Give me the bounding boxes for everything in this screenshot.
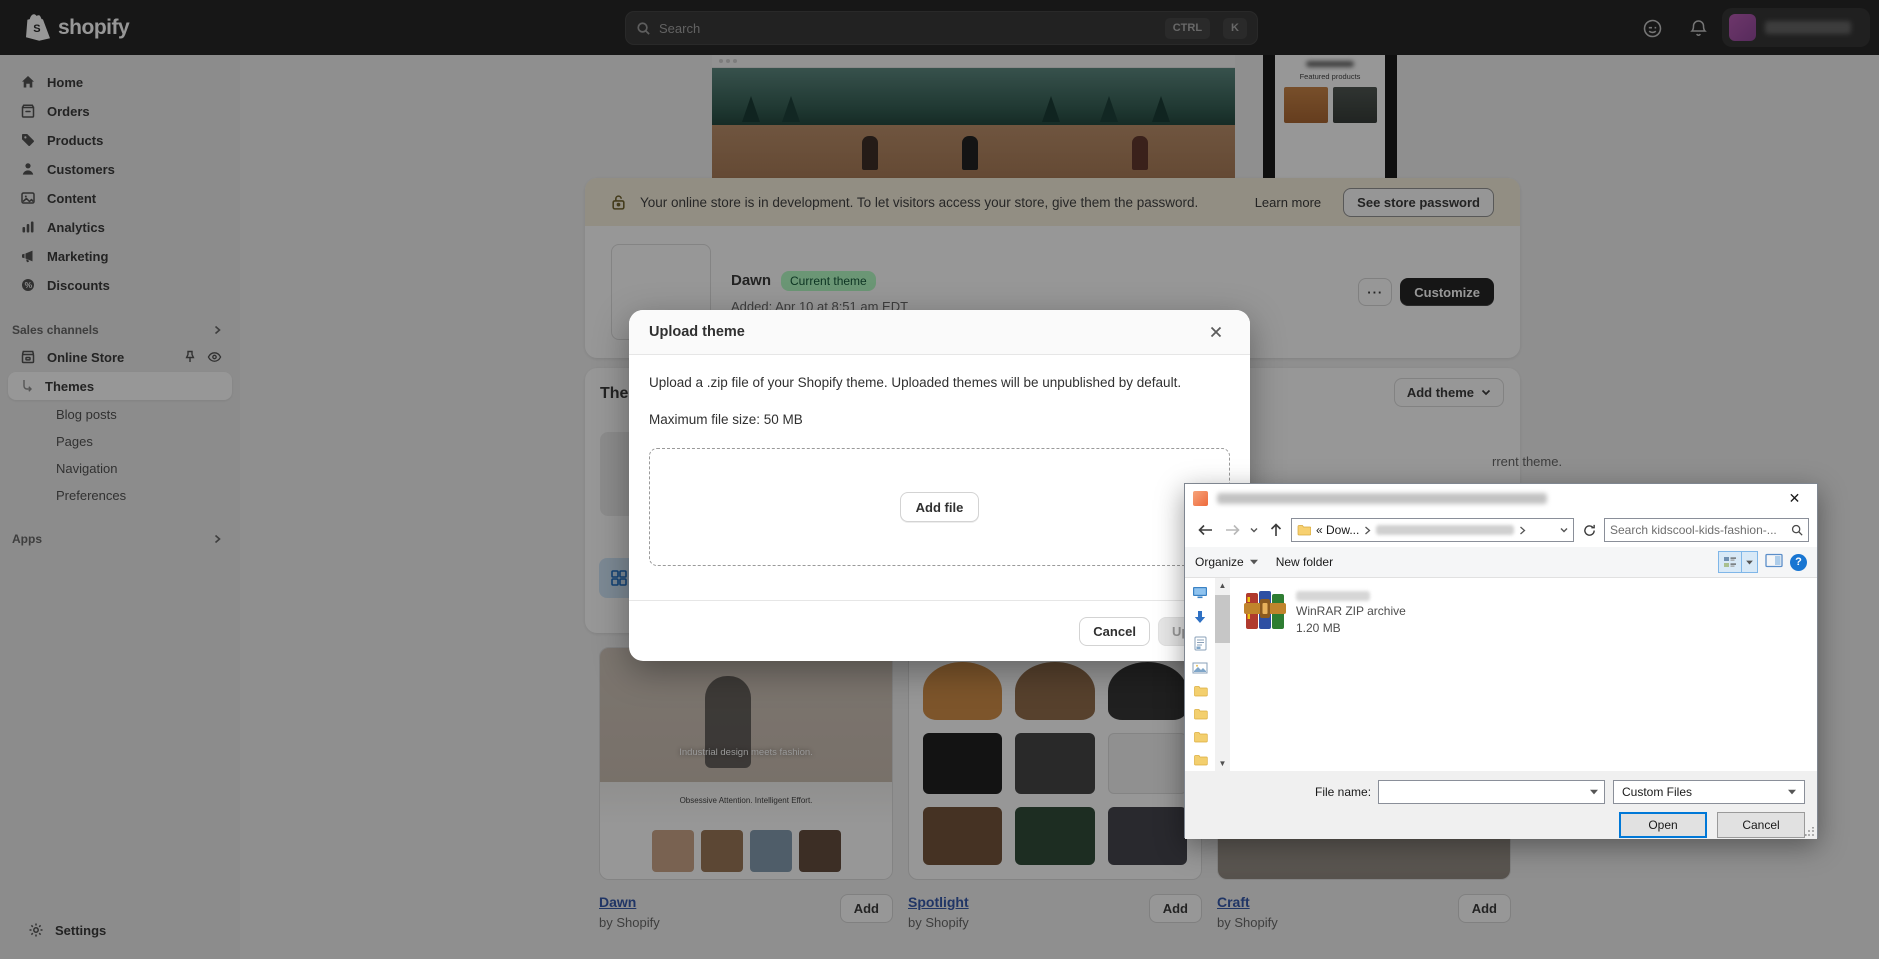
address-bar[interactable]: « Dow... [1291, 518, 1574, 542]
close-icon [1210, 326, 1222, 338]
pictures-icon[interactable] [1192, 662, 1208, 674]
dialog-toolbar: Organize New folder ? [1185, 547, 1817, 578]
file-type-value: Custom Files [1622, 785, 1693, 799]
back-button[interactable] [1193, 518, 1217, 542]
downloads-icon[interactable] [1193, 610, 1207, 625]
documents-icon[interactable] [1194, 636, 1207, 651]
file-dropzone[interactable]: Add file [649, 448, 1230, 566]
file-type: WinRAR ZIP archive [1296, 604, 1406, 618]
file-size: 1.20 MB [1296, 621, 1341, 635]
resize-grip[interactable] [1805, 827, 1815, 837]
scrollbar-thumb[interactable] [1215, 595, 1230, 643]
arrow-right-icon [1225, 524, 1240, 536]
dialog-search-text: Search kidscool-kids-fashion-... [1610, 523, 1777, 537]
new-folder-label: New folder [1275, 555, 1334, 569]
redacted-breadcrumb-folder [1376, 525, 1515, 535]
up-button[interactable] [1264, 518, 1288, 542]
modal-close-button[interactable] [1202, 318, 1230, 346]
winrar-icon [1244, 591, 1286, 629]
chevron-right-icon [1520, 526, 1526, 534]
organize-label: Organize [1195, 555, 1244, 569]
search-icon [1791, 524, 1803, 536]
dialog-nav-pane[interactable] [1185, 578, 1215, 771]
add-file-button[interactable]: Add file [899, 492, 980, 522]
folder-icon[interactable] [1193, 731, 1208, 743]
help-icon[interactable]: ? [1790, 553, 1807, 571]
chevron-down-icon[interactable] [1590, 789, 1598, 795]
folder-icon[interactable] [1193, 685, 1208, 697]
chevron-down-icon [1249, 559, 1258, 565]
windows-open-dialog: ✕ « Dow... Search kidscool-kids-fashion-… [1184, 483, 1818, 839]
folder-icon[interactable] [1193, 754, 1208, 766]
dialog-app-icon [1193, 491, 1208, 506]
refresh-button[interactable] [1577, 518, 1601, 542]
forward-button[interactable] [1220, 518, 1244, 542]
redacted-file-name [1296, 591, 1370, 601]
file-name-label: File name: [1315, 785, 1372, 799]
dialog-body: ▲ ▼ WinRAR ZIP archive 1.20 MB [1185, 578, 1817, 771]
chevron-down-icon [1746, 560, 1753, 564]
desktop-icon[interactable] [1192, 586, 1208, 599]
chevron-right-icon [1365, 526, 1371, 534]
chevron-down-icon[interactable] [1560, 527, 1568, 533]
open-button[interactable]: Open [1619, 812, 1707, 838]
modal-max-size: Maximum file size: 50 MB [649, 412, 803, 427]
folder-icon[interactable] [1193, 708, 1208, 720]
shopify-admin-app: S shopify Search CTRL K Home Orders Prod… [0, 0, 1879, 959]
modal-title: Upload theme [649, 324, 745, 340]
arrow-up-icon [1270, 523, 1282, 536]
dialog-footer: File name: Custom Files Open Cancel [1185, 771, 1817, 839]
dialog-titlebar: ✕ [1185, 484, 1817, 513]
refresh-icon [1583, 524, 1595, 536]
chevron-down-icon [1788, 789, 1796, 795]
dialog-cancel-button[interactable]: Cancel [1717, 812, 1805, 838]
chevron-down-icon [1250, 528, 1258, 533]
file-type-select[interactable]: Custom Files [1613, 780, 1805, 804]
modal-cancel-button[interactable]: Cancel [1079, 616, 1150, 646]
dialog-file-list: WinRAR ZIP archive 1.20 MB [1230, 578, 1817, 771]
file-item-zip[interactable]: WinRAR ZIP archive 1.20 MB [1244, 588, 1803, 635]
dialog-close-button[interactable]: ✕ [1772, 484, 1817, 513]
scroll-up-arrow[interactable]: ▲ [1219, 578, 1227, 593]
preview-pane-button[interactable] [1765, 553, 1783, 571]
dialog-address-row: « Dow... Search kidscool-kids-fashion-..… [1185, 513, 1817, 547]
folder-icon [1297, 525, 1311, 536]
scroll-down-arrow[interactable]: ▼ [1219, 756, 1227, 771]
preview-pane-icon [1765, 553, 1783, 568]
details-view-icon [1724, 556, 1736, 567]
change-view-button[interactable] [1718, 551, 1758, 573]
breadcrumb-prefix[interactable]: « Dow... [1316, 523, 1359, 537]
modal-instructions: Upload a .zip file of your Shopify theme… [649, 375, 1182, 390]
nav-pane-scrollbar[interactable]: ▲ ▼ [1215, 578, 1230, 771]
arrow-left-icon [1197, 524, 1212, 536]
dialog-search-box[interactable]: Search kidscool-kids-fashion-... [1604, 518, 1809, 542]
file-name-input[interactable] [1378, 780, 1605, 804]
new-folder-button[interactable]: New folder [1276, 555, 1333, 569]
redacted-dialog-title [1217, 493, 1547, 504]
organize-button[interactable]: Organize [1195, 555, 1258, 569]
upload-theme-modal: Upload theme Upload a .zip file of your … [629, 310, 1250, 661]
recent-locations-button[interactable] [1247, 518, 1261, 542]
